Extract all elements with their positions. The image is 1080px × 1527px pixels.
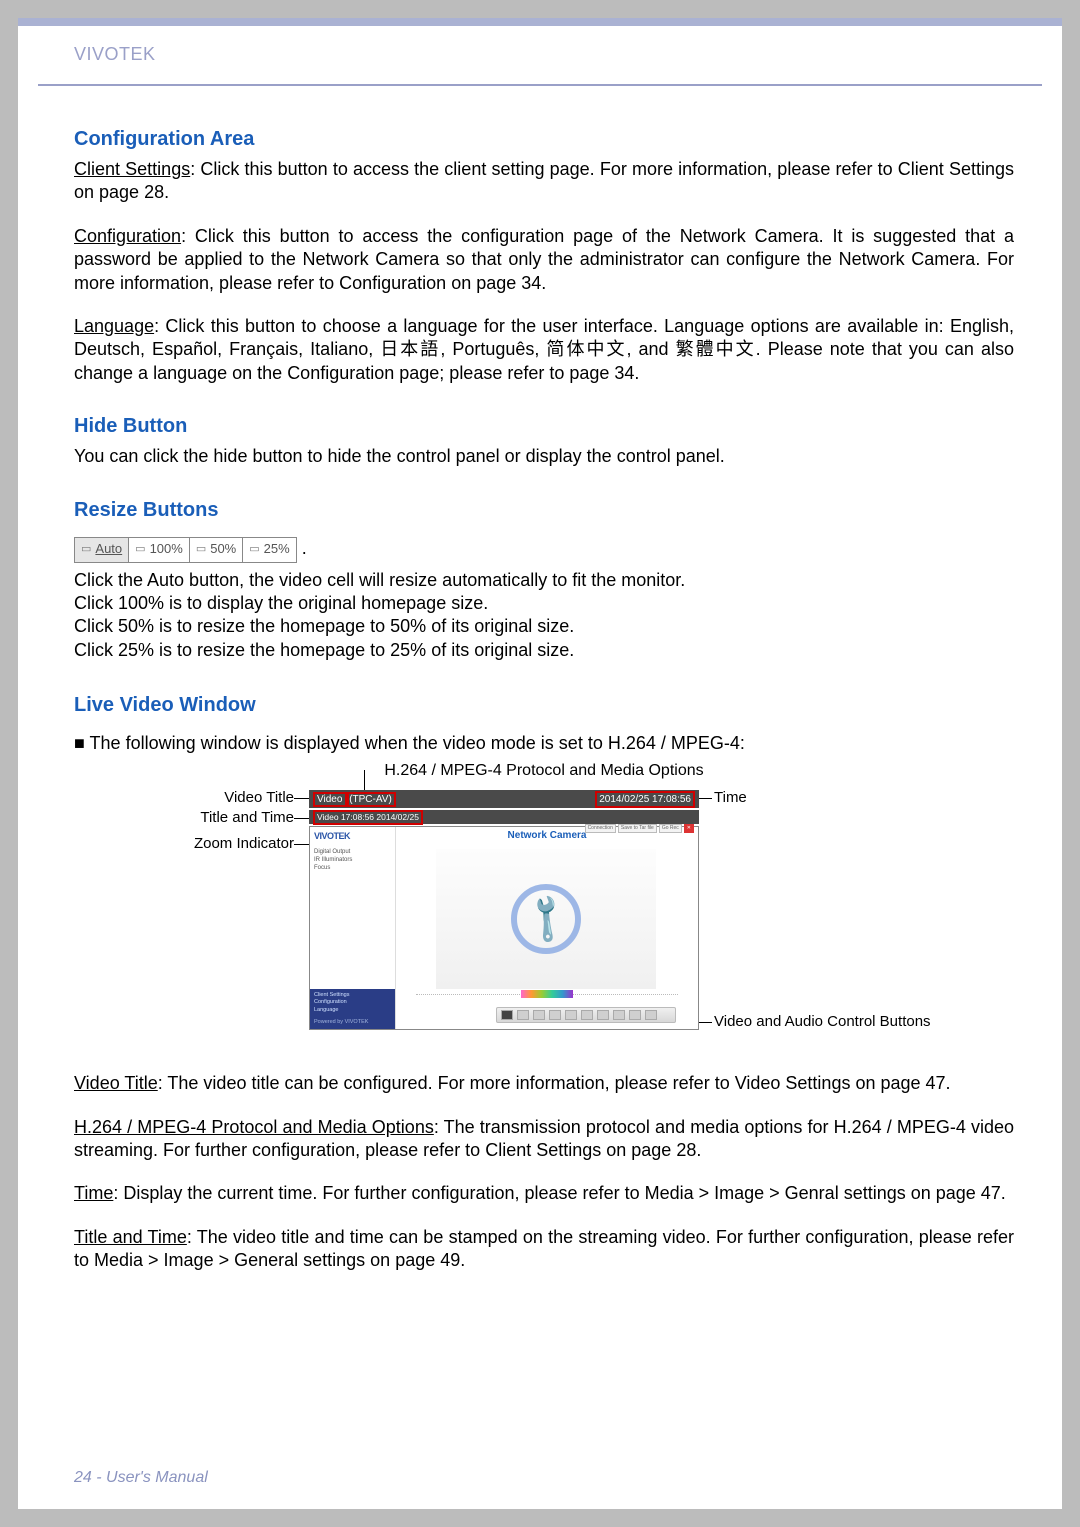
control-button[interactable] <box>645 1010 657 1020</box>
resize-label-100: 100% <box>150 541 183 558</box>
text-language: : Click this button to choose a language… <box>74 316 1014 383</box>
wrench-icon: 🔧 <box>516 889 577 950</box>
label-protocol: H.264 / MPEG-4 Protocol and Media Option… <box>74 1117 434 1137</box>
lvw-window: VIVOTEK Digital Output IR Illuminators F… <box>309 826 699 1030</box>
control-button[interactable] <box>613 1010 625 1020</box>
lvw-title-left: Video <box>315 794 347 805</box>
lvw-tab[interactable]: Connection <box>585 824 616 833</box>
control-button[interactable] <box>533 1010 545 1020</box>
para-video-title: Video Title: The video title can be conf… <box>74 1072 1014 1095</box>
monitor-icon: ▭ <box>196 542 206 556</box>
para-protocol: H.264 / MPEG-4 Protocol and Media Option… <box>74 1116 1014 1163</box>
monitor-icon: ▭ <box>249 542 259 556</box>
lvw-side-link[interactable]: Client Settings <box>314 992 391 1000</box>
resize-line-3: Click 50% is to resize the homepage to 5… <box>74 615 1014 638</box>
para-time: Time: Display the current time. For furt… <box>74 1182 1014 1205</box>
label-configuration: Configuration <box>74 226 181 246</box>
label-title-and-time: Title and Time <box>74 1227 187 1247</box>
resize-line-1: Click the Auto button, the video cell wi… <box>74 569 1014 592</box>
lvw-side-link[interactable]: Language <box>314 1007 391 1015</box>
lvw-main: Connection Save to Tar file Go Rec ✕ Net… <box>396 827 698 1029</box>
section-title-live-video-window: Live Video Window <box>74 692 1014 718</box>
page-header: VIVOTEK <box>18 26 1062 80</box>
timeline[interactable] <box>416 989 678 999</box>
resize-label-50: 50% <box>210 541 236 558</box>
lvw-caption: H.264 / MPEG-4 Protocol and Media Option… <box>74 761 1014 782</box>
page-content: Configuration Area Client Settings: Clic… <box>18 86 1062 1273</box>
lvw-title-bar: Video (TPC-AV) 2014/02/25 17:08:56 <box>309 790 699 808</box>
callout-video-audio-controls: Video and Audio Control Buttons <box>714 1012 931 1032</box>
lvw-side-footer: Powered by VIVOTEK <box>314 1019 391 1027</box>
lvw-intro: ■ The following window is displayed when… <box>74 732 1014 755</box>
brand-text: VIVOTEK <box>74 44 156 64</box>
callout-title-and-time: Title and Time <box>134 808 294 828</box>
resize-line-4: Click 25% is to resize the homepage to 2… <box>74 639 1014 662</box>
label-client-settings: Client Settings <box>74 159 190 179</box>
para-hide: You can click the hide button to hide th… <box>74 445 1014 468</box>
section-title-hide-button: Hide Button <box>74 413 1014 439</box>
lvw-stamp-bar: Video 17:08:56 2014/02/25 <box>309 810 699 824</box>
resize-button-25[interactable]: ▭ 25% <box>243 538 295 562</box>
monitor-icon: ▭ <box>81 542 91 556</box>
resize-label-25: 25% <box>264 541 290 558</box>
lvw-title-mid: (TPC-AV) <box>347 794 394 805</box>
resize-button-auto[interactable]: ▭ Auto <box>75 538 129 562</box>
text-client-settings: : Click this button to access the client… <box>74 159 1014 202</box>
lvw-logo: VIVOTEK <box>314 831 391 843</box>
monitor-icon: ▭ <box>135 542 145 556</box>
callout-video-title: Video Title <box>134 788 294 808</box>
resize-button-50[interactable]: ▭ 50% <box>190 538 243 562</box>
control-button[interactable] <box>629 1010 641 1020</box>
lvw-side-item: Digital Output <box>314 849 391 857</box>
lvw-stamp-text: Video 17:08:56 2014/02/25 <box>315 812 421 823</box>
callout-zoom-indicator: Zoom Indicator <box>134 834 294 854</box>
page-footer: 24 - User's Manual <box>74 1469 208 1487</box>
para-client-settings: Client Settings: Click this button to ac… <box>74 158 1014 205</box>
lvw-title-right: 2014/02/25 17:08:56 <box>597 793 693 806</box>
lvw-sidebar: VIVOTEK Digital Output IR Illuminators F… <box>310 827 396 1029</box>
para-language: Language: Click this button to choose a … <box>74 315 1014 385</box>
para-title-and-time: Title and Time: The video title and time… <box>74 1226 1014 1273</box>
lvw-side-link[interactable]: Configuration <box>314 999 391 1007</box>
resize-button-100[interactable]: ▭ 100% <box>129 538 190 562</box>
resize-row: ▭ Auto ▭ 100% ▭ 50% ▭ 25% . <box>74 529 1014 569</box>
resize-label-auto: Auto <box>95 541 122 558</box>
text-title-and-time: : The video title and time can be stampe… <box>74 1227 1014 1270</box>
lvw-side-bottom: Client Settings Configuration Language P… <box>310 989 395 1030</box>
text-time: : Display the current time. For further … <box>113 1183 1005 1203</box>
close-icon[interactable]: ✕ <box>684 824 694 833</box>
control-button[interactable] <box>565 1010 577 1020</box>
lvw-tabs: Connection Save to Tar file Go Rec ✕ <box>585 824 694 833</box>
lvw-side-item: Focus <box>314 865 391 873</box>
resize-button-group: ▭ Auto ▭ 100% ▭ 50% ▭ 25% <box>74 537 297 563</box>
label-video-title: Video Title <box>74 1073 158 1093</box>
section-title-resize-buttons: Resize Buttons <box>74 497 1014 523</box>
lvw-tab[interactable]: Go Rec <box>659 824 682 833</box>
wrench-circle-icon: 🔧 <box>511 884 581 954</box>
section-title-configuration-area: Configuration Area <box>74 126 1014 152</box>
video-feed-placeholder: 🔧 <box>436 849 656 989</box>
control-button[interactable] <box>549 1010 561 1020</box>
lvw-tab[interactable]: Save to Tar file <box>618 824 657 833</box>
control-button[interactable] <box>597 1010 609 1020</box>
callout-time: Time <box>714 788 747 808</box>
text-video-title: : The video title can be configured. For… <box>158 1073 951 1093</box>
manual-page: VIVOTEK Configuration Area Client Settin… <box>18 18 1062 1509</box>
lvw-diagram: Video Title Title and Time Zoom Indicato… <box>134 786 964 1056</box>
lvw-side-item: IR Illuminators <box>314 857 391 865</box>
label-language: Language <box>74 316 154 336</box>
control-button[interactable] <box>517 1010 529 1020</box>
label-time: Time <box>74 1183 113 1203</box>
resize-line-2: Click 100% is to display the original ho… <box>74 592 1014 615</box>
control-button[interactable] <box>501 1010 513 1020</box>
para-configuration: Configuration: Click this button to acce… <box>74 225 1014 295</box>
video-audio-control-bar[interactable] <box>496 1007 676 1023</box>
text-configuration: : Click this button to access the config… <box>74 226 1014 293</box>
resize-trailing-dot: . <box>302 537 307 557</box>
control-button[interactable] <box>581 1010 593 1020</box>
